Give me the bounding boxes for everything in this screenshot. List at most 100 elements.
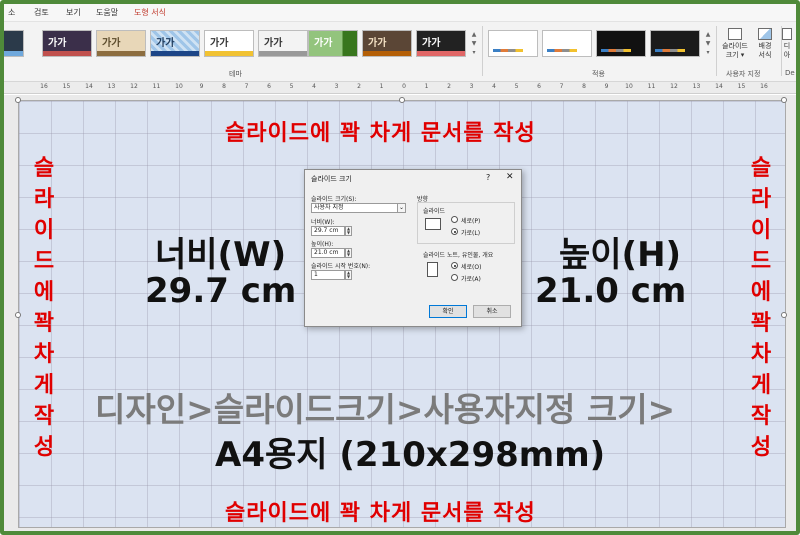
height-field-label: 높이(H): [311,241,334,248]
slide-top-title: 슬라이드에 꽉 차게 문서를 작성 [225,121,536,146]
width-value: 29.7 cm [145,271,297,311]
resize-handle[interactable] [399,97,405,103]
variants-group-label: 적용 [592,70,605,78]
bg-format-label-2: 서식 [758,51,772,59]
variant-thumb[interactable] [542,30,592,57]
ruler-tick-label: 11 [152,83,161,90]
ruler-tick-label: 8 [582,83,586,90]
variant-gallery-scroll-icon[interactable]: ▲ ▼ ▾ [704,30,712,58]
theme-thumb-text: 가가 [314,38,333,49]
theme-thumb[interactable]: 가가 [416,30,466,57]
resize-handle[interactable] [781,97,787,103]
horizontal-ruler[interactable]: 16 15 14 13 12 11 10 9 8 7 6 5 4 3 2 1 0 1 2 3 4 5 6 7 8 9 10 11 12 1… [4,82,796,94]
portrait-radio[interactable] [451,216,458,223]
theme-thumb[interactable]: 가가 [42,30,92,57]
ok-button[interactable]: 확인 [429,305,467,318]
notes-orientation-label: 슬라이드 노트, 유인물, 개요 [423,252,494,259]
height-stepper[interactable]: ▲ ▼ [345,248,352,258]
tab-review[interactable]: 검토 [34,7,49,18]
designer-label-1: 디 [783,42,791,50]
chevron-down-icon[interactable]: ⌄ [397,203,406,213]
resize-handle[interactable] [781,312,787,318]
help-icon[interactable]: ? [486,173,490,182]
theme-thumb[interactable]: 가가 [150,30,200,57]
size-for-label: 슬라이드 크기(S): [311,196,357,203]
width-field[interactable]: 29.7 cm [311,226,345,236]
ruler-tick-label: 3 [334,83,339,90]
cancel-button[interactable]: 취소 [473,305,511,318]
theme-group-label: 테마 [229,70,242,78]
width-field-label: 너비(W): [311,219,335,226]
start-number-label: 슬라이드 시작 번호(N): [311,263,371,270]
size-for-select[interactable]: 사용자 지정 [311,203,399,213]
theme-thumb[interactable]: 가가 [308,30,358,57]
slide-size-icon [728,28,742,40]
ruler-tick-label: 10 [625,83,633,90]
ruler-tick-label: 1 [424,83,429,90]
ruler-tick-label: 4 [312,83,316,90]
ruler-tick-label: 15 [62,83,71,90]
group-separator [482,26,483,76]
menu-bar: 소 검토 보기 도움말 도형 서식 [4,4,796,22]
format-background-icon [758,28,772,40]
variant-thumb[interactable] [650,30,700,57]
slide-bottom-title: 슬라이드에 꽉 차게 문서를 작성 [225,501,536,526]
start-number-stepper[interactable]: ▲ ▼ [345,270,352,280]
tab-partial[interactable]: 소 [8,7,15,18]
notes-portrait-radio[interactable] [451,262,458,269]
dialog-title: 슬라이드 크기 [311,175,352,183]
landscape-page-icon [425,218,441,230]
slide-size-label-1: 슬라이드 [722,42,748,50]
ruler-tick-label: 13 [107,83,116,90]
paper-size-text: A4용지 (210x298mm) [215,435,606,475]
resize-handle[interactable] [15,97,21,103]
theme-thumb-text: 가가 [264,38,283,49]
height-field[interactable]: 21.0 cm [311,248,345,258]
ruler-tick-label: 13 [692,83,701,90]
format-background-button[interactable]: 배경 서식 [750,28,780,60]
theme-thumb[interactable]: 가가 [204,30,254,57]
tab-view[interactable]: 보기 [66,7,81,18]
ruler-tick-label: 9 [199,83,204,90]
ruler-tick-label: 16 [760,83,768,90]
slide-size-button[interactable]: 슬라이드 크기 ▾ [720,28,750,60]
height-label: 높이(H) [559,235,682,275]
theme-thumb-text: 가가 [210,38,229,49]
designer-label-2: 아 [783,51,791,59]
tab-shape-format[interactable]: 도형 서식 [134,7,166,18]
ruler-tick-label: 8 [222,83,226,90]
landscape-radio[interactable] [451,228,458,235]
ruler-tick-label: 1 [379,83,384,90]
theme-thumb[interactable] [4,30,24,57]
resize-handle[interactable] [15,312,21,318]
customize-group-label: 사용자 지정 [726,70,761,78]
close-icon[interactable]: ✕ [506,172,514,182]
variant-thumb[interactable] [488,30,538,57]
ruler-tick-label: 7 [244,83,249,90]
slides-orientation-label: 슬라이드 [423,208,446,215]
ruler-tick-label: 12 [130,83,138,90]
theme-thumb[interactable]: 가가 [362,30,412,57]
notes-landscape-radio[interactable] [451,274,458,281]
slide-left-vertical-text: 슬라이드에꽉차게작성 [33,156,55,460]
slide-size-dialog: 슬라이드 크기 ? ✕ 슬라이드 크기(S): 사용자 지정 ⌄ 너비(W): … [304,169,522,327]
tab-help[interactable]: 도움말 [96,7,118,18]
theme-thumb[interactable]: 가가 [96,30,146,57]
variant-thumb[interactable] [596,30,646,57]
width-stepper[interactable]: ▲ ▼ [345,226,352,236]
theme-thumb-text: 가가 [48,38,67,49]
ruler-tick-label: 2 [447,83,451,90]
ruler-tick-label: 6 [537,83,541,90]
ruler-tick-label: 9 [604,83,609,90]
bg-format-label-1: 배경 [758,42,772,50]
theme-thumb-text: 가가 [102,38,121,49]
slide-right-vertical-text: 슬라이드에꽉차게작성 [750,156,772,460]
theme-gallery-scroll-icon[interactable]: ▲ ▼ ▾ [470,30,478,58]
designer-button[interactable]: 디 아 [780,28,794,60]
designer-group-label: De [785,69,795,77]
start-number-field[interactable]: 1 [311,270,345,280]
ruler-tick-label: 15 [737,83,746,90]
notes-portrait-label: 세로(O) [461,264,482,271]
ruler-tick-label: 10 [175,83,183,90]
theme-thumb[interactable]: 가가 [258,30,308,57]
